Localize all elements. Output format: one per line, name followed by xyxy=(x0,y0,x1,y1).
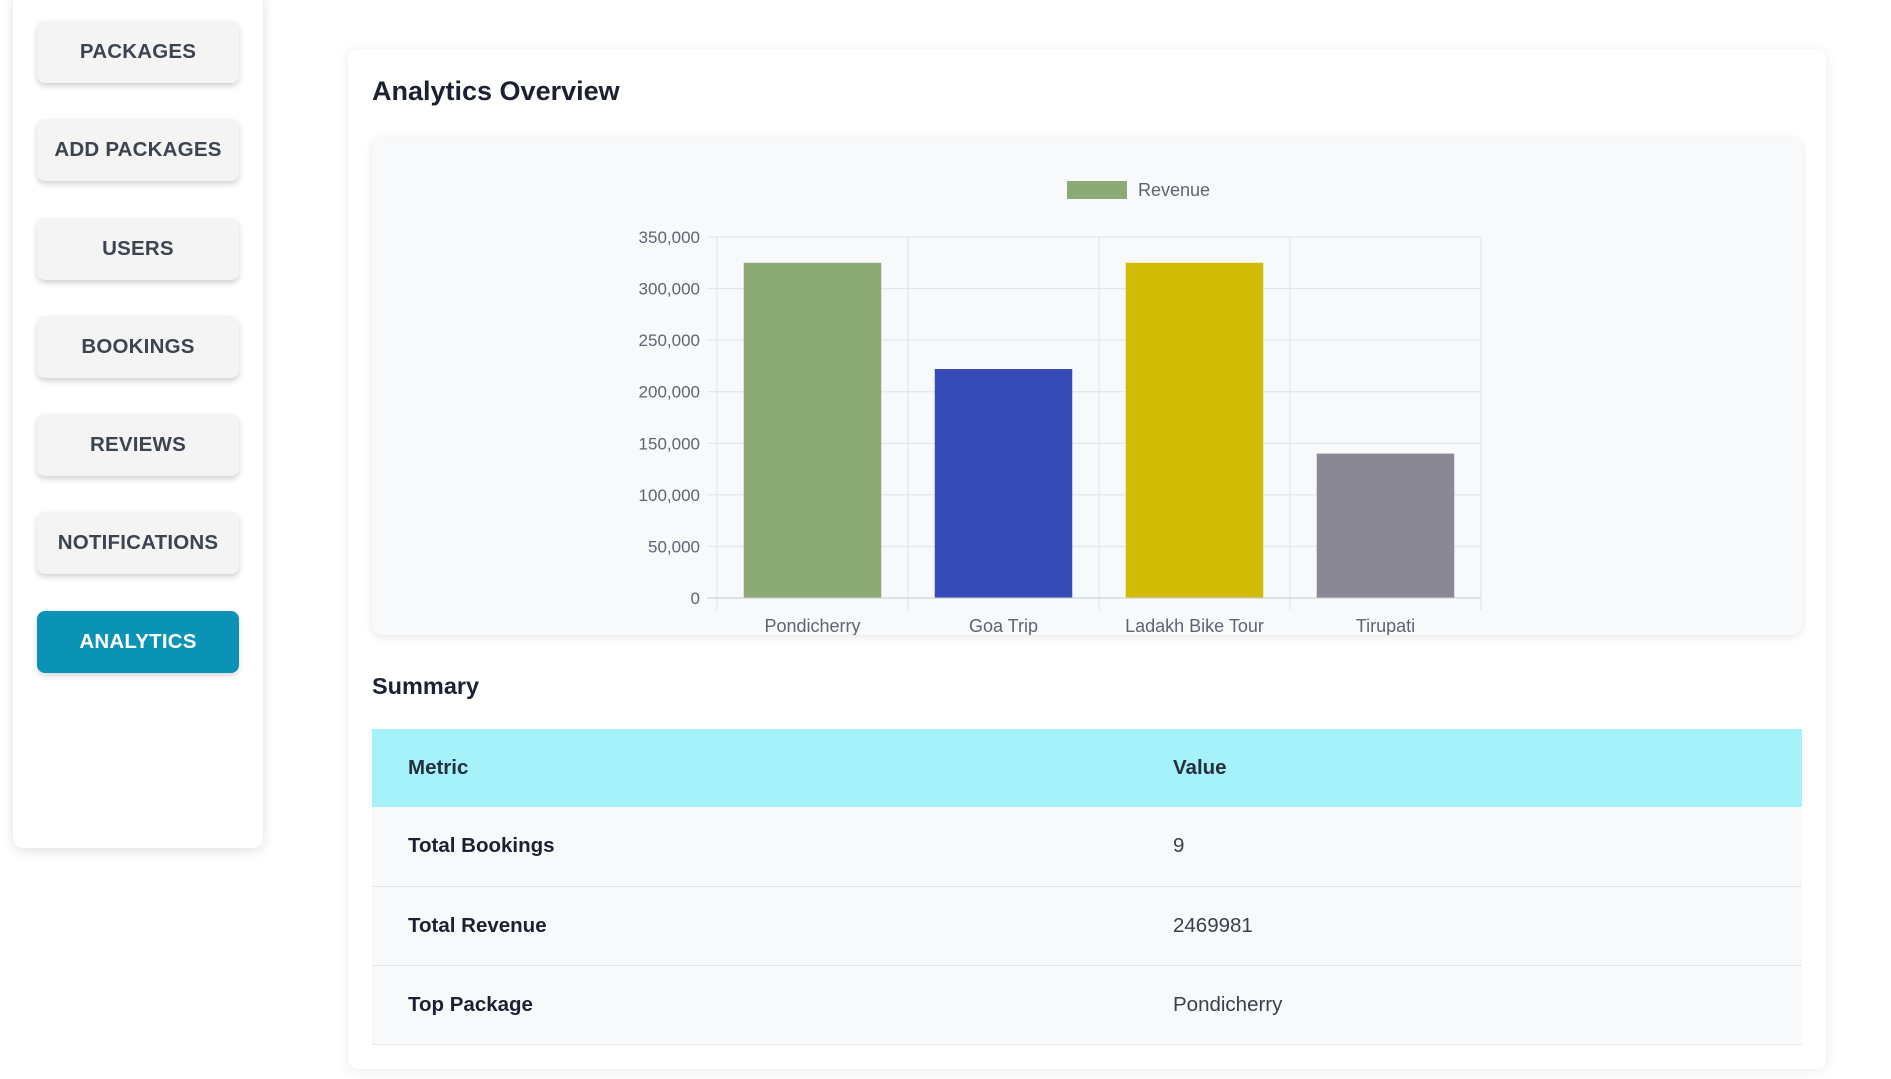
bar-tirupati xyxy=(1316,453,1455,598)
y-tick-label: 300,000 xyxy=(639,280,700,299)
legend-label: Revenue xyxy=(1138,180,1210,200)
value-cell: Pondicherry xyxy=(1137,965,1802,1045)
y-tick-label: 150,000 xyxy=(639,434,700,453)
sidebar-item-analytics[interactable]: ANALYTICS xyxy=(37,610,239,673)
metric-column-header: Metric xyxy=(372,729,1137,807)
sidebar-item-reviews[interactable]: REVIEWS xyxy=(37,414,239,477)
analytics-panel: Analytics Overview 0 50,000 100,000 150,000… xyxy=(348,49,1826,1069)
y-tick-label: 0 xyxy=(691,589,700,608)
bar-pondicherry xyxy=(743,262,882,598)
sidebar-item-users[interactable]: USERS xyxy=(37,217,239,280)
sidebar-nav: PACKAGES ADD PACKAGES USERS BOOKINGS REV… xyxy=(37,21,239,709)
x-tick-label: Goa Trip xyxy=(969,616,1038,635)
sidebar: PACKAGES ADD PACKAGES USERS BOOKINGS REV… xyxy=(13,0,263,848)
y-tick-label: 50,000 xyxy=(648,537,700,556)
metric-cell: Total Bookings xyxy=(372,807,1137,887)
revenue-bar-chart: 0 50,000 100,000 150,000 200,000 250,000 300,0… xyxy=(639,180,1482,635)
y-tick-label: 250,000 xyxy=(639,331,700,350)
value-column-header: Value xyxy=(1137,729,1802,807)
y-tick-label: 200,000 xyxy=(639,383,700,402)
sidebar-item-notifications[interactable]: NOTIFICATIONS xyxy=(37,512,239,575)
x-tick-label: Tirupati xyxy=(1356,616,1415,635)
metric-cell: Total Revenue xyxy=(372,886,1137,966)
legend-swatch xyxy=(1067,181,1127,199)
sidebar-item-packages[interactable]: PACKAGES xyxy=(37,21,239,83)
summary-table: Metric Value Total Bookings 9 Total Reve… xyxy=(372,729,1802,1045)
table-row: Top Package Pondicherry xyxy=(372,965,1802,1045)
bar-goa-trip xyxy=(934,369,1073,598)
value-cell: 2469981 xyxy=(1137,886,1802,966)
revenue-chart-card: 0 50,000 100,000 150,000 200,000 250,000 300,0… xyxy=(372,137,1802,635)
x-tick-label: Ladakh Bike Tour xyxy=(1125,616,1264,635)
table-row: Total Revenue 2469981 xyxy=(372,886,1802,966)
y-tick-label: 100,000 xyxy=(639,486,700,505)
page-title: Analytics Overview xyxy=(372,76,620,106)
sidebar-item-bookings[interactable]: BOOKINGS xyxy=(37,315,239,378)
sidebar-item-add-packages[interactable]: ADD PACKAGES xyxy=(37,119,239,182)
y-tick-label: 350,000 xyxy=(639,228,700,247)
summary-header-row: Metric Value xyxy=(372,729,1802,807)
x-tick-label: Pondicherry xyxy=(764,616,860,635)
summary-title: Summary xyxy=(372,673,480,699)
bar-ladakh-bike-tour xyxy=(1125,262,1264,598)
metric-cell: Top Package xyxy=(372,965,1137,1045)
table-row: Total Bookings 9 xyxy=(372,807,1802,887)
value-cell: 9 xyxy=(1137,807,1802,887)
